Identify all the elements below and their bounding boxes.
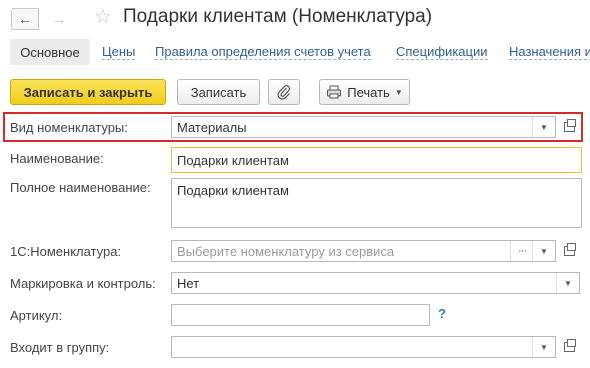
article-label: Артикул:	[10, 308, 63, 323]
open-form-icon	[563, 119, 576, 132]
arrow-right-icon: →	[52, 11, 66, 27]
article-input[interactable]	[171, 304, 430, 326]
tab-main[interactable]: Основное	[10, 39, 90, 65]
marking-label: Маркировка и контроль:	[10, 276, 156, 291]
full-name-textarea[interactable]: Подарки клиентам	[171, 178, 582, 228]
save-and-close-button[interactable]: Записать и закрыть	[10, 79, 166, 105]
attach-button[interactable]	[268, 79, 300, 105]
marking-value: Нет	[177, 275, 200, 291]
name-value: Подарки клиентам	[177, 152, 289, 168]
open-kind-button[interactable]	[559, 116, 579, 138]
help-icon[interactable]: ?	[438, 306, 446, 321]
tab-assignments[interactable]: Назначения и	[509, 44, 590, 60]
back-button[interactable]: ←	[11, 8, 39, 30]
tab-prices[interactable]: Цены	[102, 44, 136, 60]
tab-account-rules[interactable]: Правила определения счетов учета	[155, 44, 371, 60]
window-title: Подарки клиентам (Номенклатура)	[123, 6, 433, 27]
open-nomenclature-1c-button[interactable]	[559, 240, 579, 262]
select-dots-icon[interactable]: ···	[511, 241, 533, 261]
nomenclature-1c-placeholder: Выберите номенклатуру из сервиса	[177, 243, 395, 259]
group-select[interactable]: ▼	[171, 336, 556, 358]
kind-label: Вид номенклатуры:	[10, 120, 128, 135]
dropdown-arrow-icon[interactable]: ▼	[533, 241, 555, 261]
kind-select[interactable]: Материалы ▼	[171, 116, 556, 138]
kind-value: Материалы	[177, 119, 247, 135]
open-form-icon	[563, 339, 576, 352]
open-form-icon	[563, 243, 576, 256]
forward-button[interactable]: →	[45, 8, 73, 30]
full-name-value: Подарки клиентам	[177, 183, 289, 198]
chevron-down-icon: ▼	[394, 87, 403, 97]
arrow-left-icon: ←	[18, 11, 32, 27]
favorite-star-icon[interactable]: ☆	[94, 5, 112, 29]
nomenclature-1c-input[interactable]: Выберите номенклатуру из сервиса ··· ▼	[171, 240, 556, 262]
dropdown-arrow-icon[interactable]: ▼	[557, 273, 579, 293]
print-label: Печать	[347, 84, 390, 100]
tab-specifications[interactable]: Спецификации	[396, 44, 488, 60]
open-group-button[interactable]	[559, 336, 579, 358]
nomenclature-1c-label: 1С:Номенклатура:	[10, 244, 122, 259]
name-label: Наименование:	[10, 151, 104, 166]
dropdown-arrow-icon[interactable]: ▼	[533, 117, 555, 137]
full-name-label: Полное наименование:	[10, 180, 151, 195]
dropdown-arrow-icon[interactable]: ▼	[533, 337, 555, 357]
print-button[interactable]: Печать ▼	[319, 79, 410, 105]
save-button[interactable]: Записать	[177, 79, 260, 105]
name-input[interactable]: Подарки клиентам	[171, 147, 582, 173]
marking-select[interactable]: Нет ▼	[171, 272, 580, 294]
paperclip-icon	[277, 85, 290, 100]
printer-icon	[327, 85, 342, 99]
group-label: Входит в группу:	[10, 340, 110, 355]
